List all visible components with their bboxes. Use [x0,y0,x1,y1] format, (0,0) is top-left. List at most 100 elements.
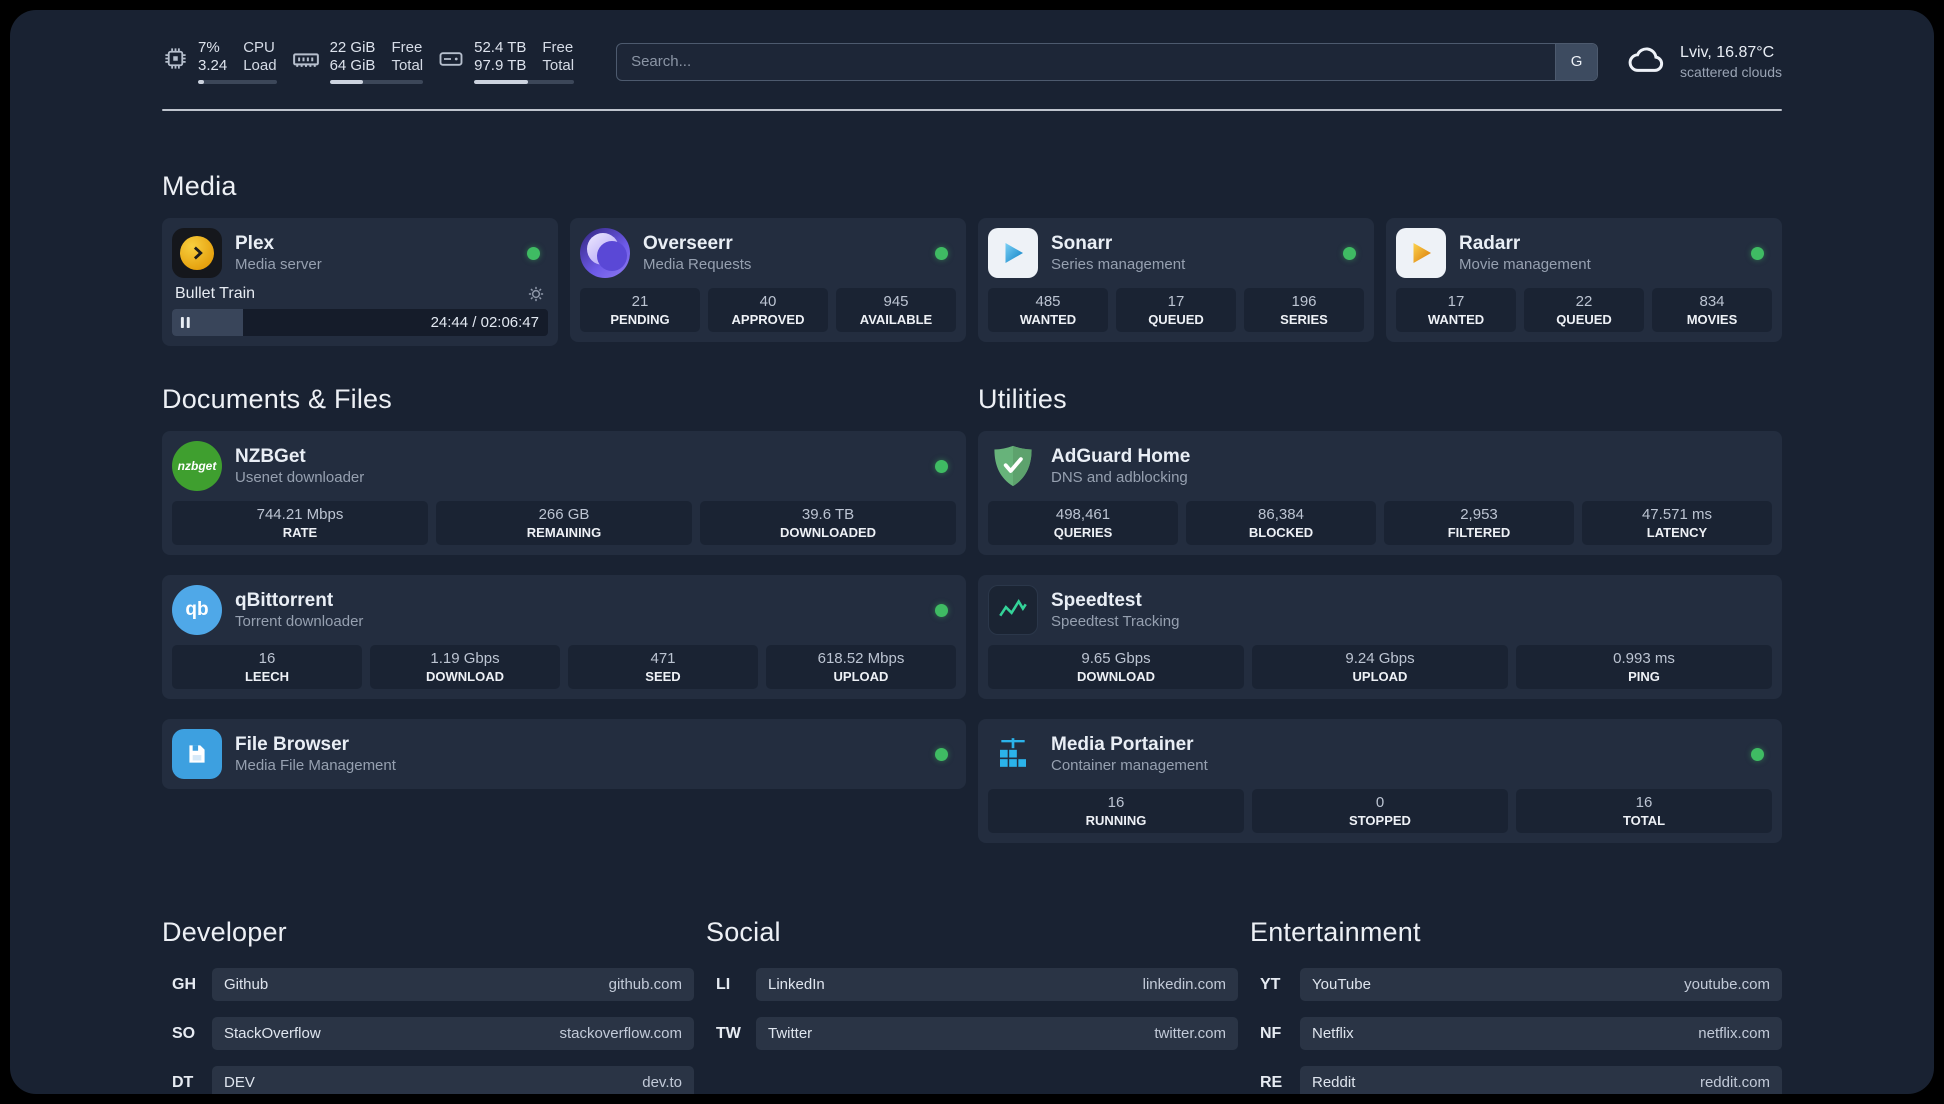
stat-value: 39.6 TB [801,506,855,523]
stat-box: 618.52 Mbps UPLOAD [766,645,956,689]
search-input[interactable] [616,42,1599,81]
bookmark-dev[interactable]: DEV dev.to [212,1066,694,1094]
service-desc: Series management [1051,256,1186,273]
bookmark-netflix[interactable]: Netflix netflix.com [1300,1017,1782,1050]
memory-free-label: Free [391,39,423,56]
stat-value: 9.65 Gbps [1081,650,1151,667]
stat-box: 945 AVAILABLE [836,288,956,332]
pause-icon[interactable] [180,316,191,334]
stat-value: 16 [258,650,276,667]
stat-box: 16 LEECH [172,645,362,689]
bookmark-row: GH Github github.com [162,968,694,1001]
stat-label: DOWNLOADED [779,525,877,540]
service-desc: Torrent downloader [235,613,364,630]
bookmark-linkedin[interactable]: LinkedIn linkedin.com [756,968,1238,1001]
bookmark-domain: netflix.com [1698,1025,1770,1042]
stat-label: DOWNLOAD [1077,669,1155,684]
service-name: NZBGet [235,446,306,467]
stat-value: 22 [1575,293,1593,310]
stat-value: 485 [1035,293,1061,310]
stat-box: 744.21 Mbps RATE [172,501,428,545]
service-card-qbittorrent[interactable]: qb qBittorrent Torrent downloader 16 LEE… [162,575,966,699]
stat-box: 39.6 TB DOWNLOADED [700,501,956,545]
disk-free-label: Free [542,39,574,56]
bookmark-row: TW Twitter twitter.com [706,1017,1238,1050]
service-card-sonarr[interactable]: Sonarr Series management 485 WANTED 17 Q… [978,218,1374,342]
service-card-overseerr[interactable]: Overseerr Media Requests 21 PENDING 40 A… [570,218,966,342]
stat-box: 47.571 ms LATENCY [1582,501,1772,545]
stat-value: 471 [650,650,676,667]
bookmark-domain: stackoverflow.com [559,1025,682,1042]
stat-value: 9.24 Gbps [1345,650,1415,667]
service-name: qBittorrent [235,590,334,611]
speedtest-graph-icon [988,585,1038,635]
stat-box: 498,461 QUERIES [988,501,1178,545]
stat-label: UPLOAD [1352,669,1408,684]
stat-value: 0 [1375,794,1385,811]
search-box: G [616,42,1599,81]
status-dot [1751,246,1764,260]
stat-value: 266 GB [538,506,590,523]
stat-value: 0.993 ms [1613,650,1675,667]
section-utilities: Utilities AdGuard Home DNS and adblockin… [978,384,1782,843]
bookmark-row: RE Reddit reddit.com [1250,1066,1782,1094]
service-name: Speedtest [1051,590,1142,611]
bookmark-twitter[interactable]: Twitter twitter.com [756,1017,1238,1050]
stat-label: APPROVED [731,312,805,327]
service-card-speedtest[interactable]: Speedtest Speedtest Tracking 9.65 Gbps D… [978,575,1782,699]
service-card-portainer[interactable]: Media Portainer Container management 16 … [978,719,1782,843]
stat-label: PING [1628,669,1660,684]
bookmark-youtube[interactable]: YouTube youtube.com [1300,968,1782,1001]
bookmark-domain: youtube.com [1684,976,1770,993]
stat-label: RATE [282,525,318,540]
bookmark-stackoverflow[interactable]: StackOverflow stackoverflow.com [212,1017,694,1050]
section-title-media: Media [162,171,237,201]
bookmark-name: LinkedIn [768,976,825,993]
service-name: Overseerr [643,233,733,254]
memory-usage-bar [329,80,424,84]
bookmark-row: YT YouTube youtube.com [1250,968,1782,1001]
bookmark-reddit[interactable]: Reddit reddit.com [1300,1066,1782,1094]
section-title-developer: Developer [162,917,287,947]
search-provider-button[interactable]: G [1555,43,1598,80]
adguard-shield-icon [988,441,1038,491]
disk-total-value: 97.9 TB [474,57,527,74]
stat-label: MOVIES [1686,312,1738,327]
bookmark-name: Twitter [768,1025,813,1042]
stat-label: AVAILABLE [859,312,933,327]
sonarr-icon [988,228,1038,278]
settings-gear-icon[interactable] [527,285,545,303]
service-card-adguard[interactable]: AdGuard Home DNS and adblocking 498,461 … [978,431,1782,555]
stat-value: 16 [1635,794,1653,811]
section-media: Media Plex Media server Bullet Train 24:… [162,171,1782,346]
service-card-radarr[interactable]: Radarr Movie management 17 WANTED 22 QUE… [1386,218,1782,342]
section-title-social: Social [706,917,781,947]
stat-box: 21 PENDING [580,288,700,332]
service-name: Media Portainer [1051,734,1194,755]
stat-label: RUNNING [1085,813,1147,828]
service-card-filebrowser[interactable]: File Browser Media File Management [162,719,966,789]
now-playing-title: Bullet Train [175,285,256,302]
bookmark-domain: github.com [608,976,682,993]
stat-label: LEECH [244,669,290,684]
overseerr-icon [580,228,630,278]
service-desc: Media server [235,256,322,273]
stat-label: WANTED [1019,312,1077,327]
stat-label: PENDING [610,312,670,327]
service-card-plex[interactable]: Plex Media server Bullet Train 24:44 / 0… [162,218,558,346]
section-title-utilities: Utilities [978,384,1067,414]
stat-box: 16 TOTAL [1516,789,1772,833]
cpu-load-label: Load [243,57,277,74]
bookmark-github[interactable]: Github github.com [212,968,694,1001]
stat-label: WANTED [1427,312,1485,327]
topbar-divider [162,109,1782,111]
status-dot [935,459,948,473]
stat-box: 22 QUEUED [1524,288,1644,332]
playback-progress-bar[interactable]: 24:44 / 02:06:47 [172,309,548,336]
status-dot [935,747,948,761]
bookmark-row: SO StackOverflow stackoverflow.com [162,1017,694,1050]
service-card-nzbget[interactable]: nzbget NZBGet Usenet downloader 744.21 M… [162,431,966,555]
stat-box: 16 RUNNING [988,789,1244,833]
stat-value: 1.19 Gbps [430,650,500,667]
cpu-label: CPU [243,39,275,56]
